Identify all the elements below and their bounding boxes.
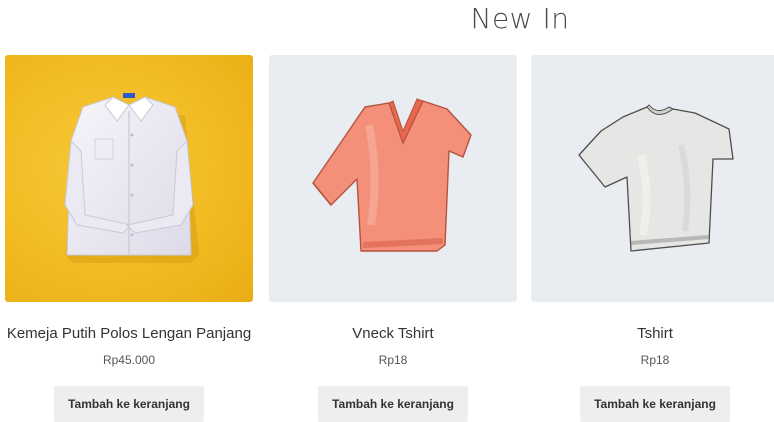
add-to-cart-button[interactable]: Tambah ke keranjang: [580, 386, 730, 422]
product-name[interactable]: Tshirt: [531, 324, 774, 344]
white-long-sleeve-shirt-icon: [64, 93, 199, 263]
product-price: Rp18: [640, 353, 670, 367]
product-name[interactable]: Vneck Tshirt: [269, 324, 517, 344]
product-image-link[interactable]: [5, 55, 253, 302]
product-price: Rp45.000: [102, 353, 156, 367]
coral-vneck-tshirt-icon: [312, 98, 472, 252]
product-image-link[interactable]: [269, 55, 517, 302]
product-grid: Kemeja Putih Polos Lengan Panjang Rp45.0…: [0, 0, 774, 422]
product-card: Tshirt Rp18 Tambah ke keranjang: [531, 55, 774, 422]
product-card: Kemeja Putih Polos Lengan Panjang Rp45.0…: [5, 55, 253, 422]
grey-tshirt-icon: [578, 104, 734, 252]
product-price: Rp18: [378, 353, 408, 367]
add-to-cart-button[interactable]: Tambah ke keranjang: [54, 386, 204, 422]
product-card: Vneck Tshirt Rp18 Tambah ke keranjang: [269, 55, 517, 422]
product-image-link[interactable]: [531, 55, 774, 302]
product-name[interactable]: Kemeja Putih Polos Lengan Panjang: [5, 324, 253, 344]
add-to-cart-button[interactable]: Tambah ke keranjang: [318, 386, 468, 422]
